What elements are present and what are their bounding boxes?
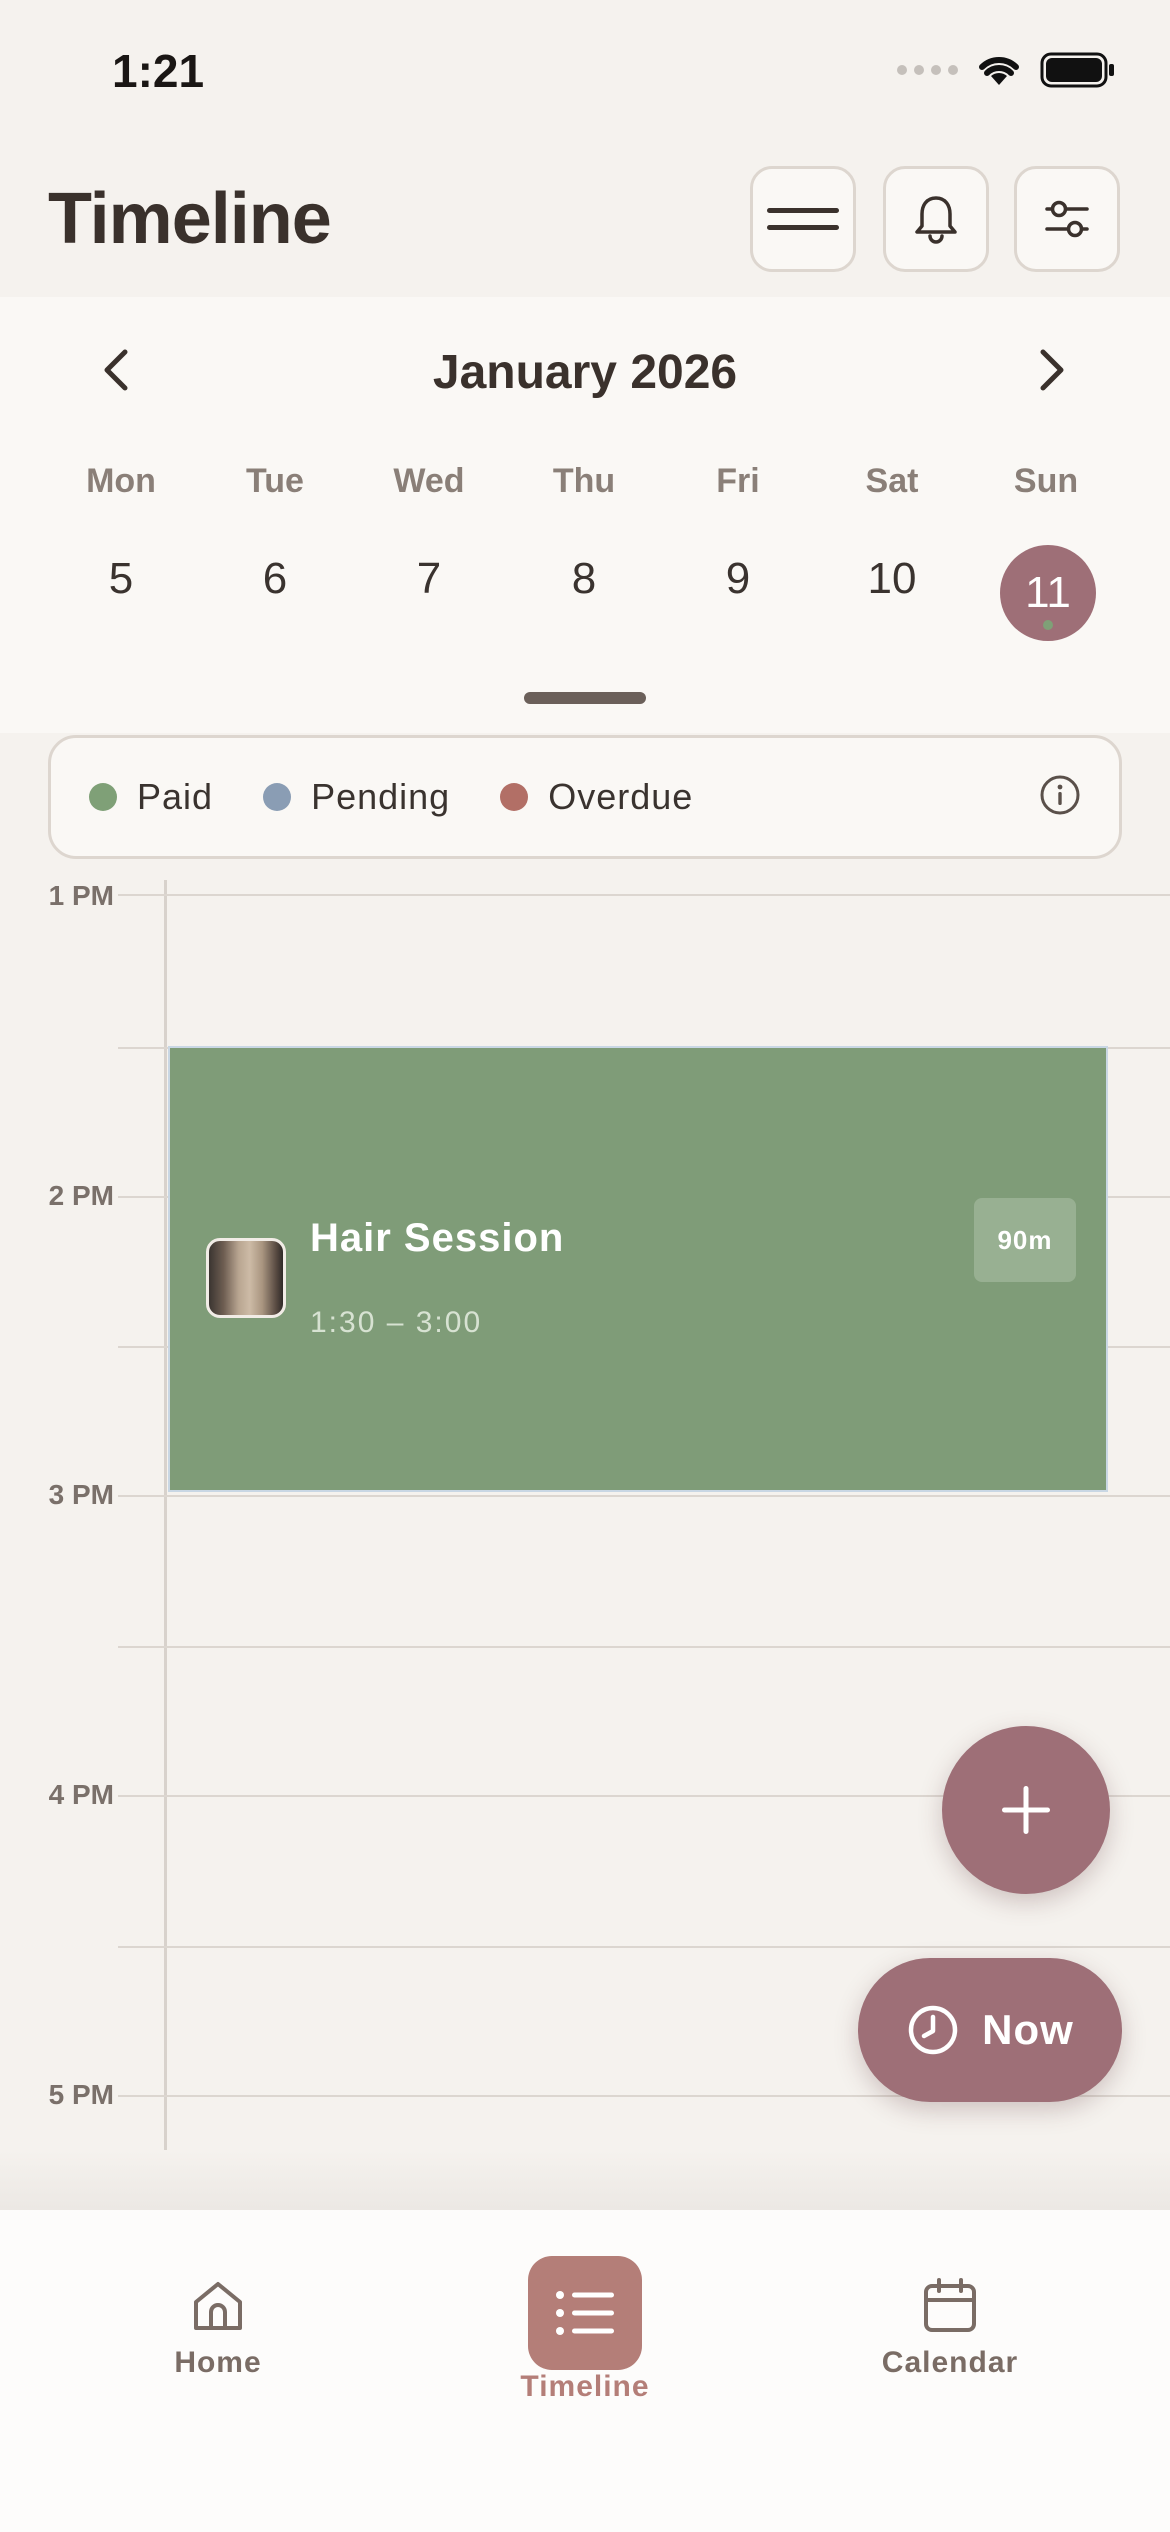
add-appointment-button[interactable] [942,1726,1110,1894]
day-cell[interactable]: 5 [61,554,181,604]
tabbar-shadow [0,2150,1170,2210]
cellular-signal-icon [897,65,958,75]
timeline-axis [164,880,167,2160]
list-icon [556,2291,614,2335]
next-week-button[interactable] [1022,340,1082,400]
weekday-label: Thu [552,462,616,500]
tab-label: Home [174,2346,262,2379]
hour-line [118,1495,1170,1497]
tab-home[interactable]: Home [98,2276,338,2380]
hour-label: 3 PM [48,1479,114,1510]
tab-timeline[interactable]: Timeline [465,2256,705,2404]
tab-label: Calendar [881,2346,1019,2379]
chevron-right-icon [1040,349,1064,391]
weekday-label: Tue [246,462,304,500]
tab-calendar[interactable]: Calendar [830,2276,1070,2380]
battery-icon [1040,52,1114,88]
now-label: Now [982,2006,1074,2053]
sliders-icon [1045,200,1089,238]
hour-line [118,894,1170,896]
pending-dot [263,783,292,811]
weekday-label: Sat [865,462,919,500]
day-cell[interactable]: 7 [369,554,489,604]
hour-label: 1 PM [48,880,114,911]
tab-label: Timeline [520,2370,650,2403]
menu-button[interactable] [750,166,856,272]
legend-item-overdue: Overdue [500,776,693,818]
month-label: January 2026 [432,346,738,399]
legend-label: Paid [137,776,214,817]
status-time: 1:21 [112,45,205,97]
half-hour-line [118,1646,1170,1648]
legend-label: Overdue [548,776,694,817]
wifi-icon [979,56,1019,85]
hour-label: 5 PM [48,2079,114,2110]
weekday-label: Mon [86,462,156,500]
event-time: 1:30 – 3:00 [310,1306,483,1339]
half-hour-line [118,1946,1170,1948]
filter-button[interactable] [1014,166,1120,272]
page-title: Timeline [48,179,332,259]
day-cell[interactable]: 9 [678,554,798,604]
event-title: Hair Session [310,1216,565,1260]
calendar-drag-handle[interactable] [524,692,646,704]
bell-icon [915,196,957,244]
legend-item-pending: Pending [263,776,450,818]
status-icons [897,52,1116,88]
plus-icon [1002,1786,1050,1834]
weekday-label: Wed [393,462,465,500]
overdue-dot [500,783,529,811]
notifications-button[interactable] [883,166,989,272]
event-indicator-dot [1043,620,1053,630]
menu-icon [767,208,839,230]
home-icon [194,2282,242,2330]
day-cell[interactable]: 8 [524,554,644,604]
hour-label: 4 PM [48,1779,114,1810]
day-cell[interactable]: 6 [215,554,335,604]
info-icon[interactable] [1039,774,1081,821]
weekday-label: Sun [1013,462,1079,500]
clock-icon [908,2005,958,2055]
paid-dot [89,783,117,811]
legend-item-paid: Paid [89,776,213,818]
calendar-icon [924,2278,976,2332]
weekday-label: Fri [716,462,760,500]
hour-label: 2 PM [48,1180,114,1211]
event-thumbnail [206,1238,286,1318]
duration-badge: 90m [974,1198,1076,1282]
day-cell[interactable]: 10 [832,554,952,604]
event-block[interactable] [168,1046,1108,1492]
jump-to-now-button[interactable]: Now [858,1958,1122,2102]
status-legend: Paid Pending Overdue [48,735,1122,859]
tab-active-indicator [528,2256,642,2370]
legend-label: Pending [311,776,451,817]
